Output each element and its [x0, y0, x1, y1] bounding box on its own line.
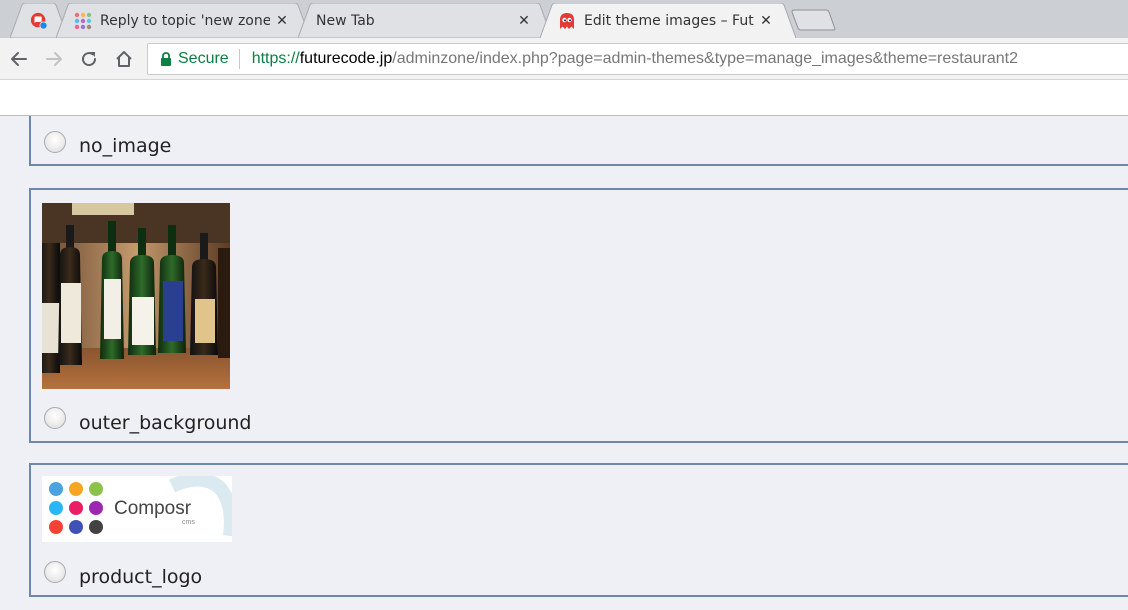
tab-strip: Reply to topic 'new zone ✕ New Tab ✕ Edi…	[0, 0, 1128, 38]
lock-icon	[160, 52, 172, 66]
close-icon[interactable]: ✕	[758, 13, 774, 29]
url-path: /adminzone/index.php?page=admin-themes&t…	[392, 50, 1018, 67]
radio-no-image[interactable]	[44, 131, 66, 153]
url-text: https://futurecode.jp/adminzone/index.ph…	[252, 50, 1018, 68]
image-option-outer-background: outer_background	[29, 188, 1128, 443]
new-tab-button[interactable]	[790, 8, 836, 32]
dots-grid-icon	[74, 12, 92, 30]
close-icon[interactable]: ✕	[274, 13, 290, 29]
home-icon	[116, 51, 132, 67]
logo-subtext: cms	[182, 519, 195, 526]
logo-text: Composr	[114, 498, 192, 519]
tab-reply-to-topic[interactable]: Reply to topic 'new zone ✕	[56, 3, 310, 38]
image-name-label: no_image	[79, 135, 172, 157]
product-logo-thumbnail[interactable]: Composr cms	[42, 476, 232, 542]
tab-title: Edit theme images – Futu	[584, 12, 754, 29]
chat-app-icon	[30, 12, 48, 30]
back-button[interactable]	[6, 46, 32, 72]
forward-button[interactable]	[41, 46, 67, 72]
url-scheme: https://	[251, 50, 300, 67]
image-option-product-logo: Composr cms product_logo	[29, 463, 1128, 597]
url-host: futurecode.jp	[299, 50, 393, 67]
radio-product-logo[interactable]	[44, 561, 66, 583]
image-name-label: outer_background	[79, 412, 252, 434]
image-option-no-image: no_image	[29, 116, 1128, 166]
forward-arrow-icon	[46, 52, 62, 66]
reload-button[interactable]	[76, 46, 102, 72]
new-tab-icon	[791, 9, 836, 31]
close-icon[interactable]: ✕	[516, 13, 532, 29]
image-name-label: product_logo	[79, 566, 203, 588]
ghost-icon	[558, 12, 576, 30]
secure-label: Secure	[178, 50, 229, 67]
radio-outer-background[interactable]	[44, 407, 66, 429]
tab-edit-theme-images[interactable]: Edit theme images – Futu ✕	[540, 3, 796, 38]
page-content: no_image outer_background Composr cms pr…	[0, 116, 1128, 610]
tab-new-tab[interactable]: New Tab ✕	[298, 3, 552, 38]
bookmark-bar	[0, 80, 1128, 116]
address-separator	[238, 49, 240, 69]
back-arrow-icon	[11, 52, 27, 66]
address-bar[interactable]: Secure https://futurecode.jp/adminzone/i…	[147, 43, 1128, 75]
outer-background-thumbnail[interactable]	[42, 203, 230, 389]
tab-title: Reply to topic 'new zone	[100, 12, 270, 29]
reload-icon	[82, 52, 97, 67]
bottles-photo	[42, 203, 230, 389]
composr-logo-icon: Composr cms	[49, 476, 232, 537]
home-button[interactable]	[111, 46, 137, 72]
tab-title: New Tab	[316, 12, 375, 29]
browser-toolbar: Secure https://futurecode.jp/adminzone/i…	[0, 38, 1128, 80]
